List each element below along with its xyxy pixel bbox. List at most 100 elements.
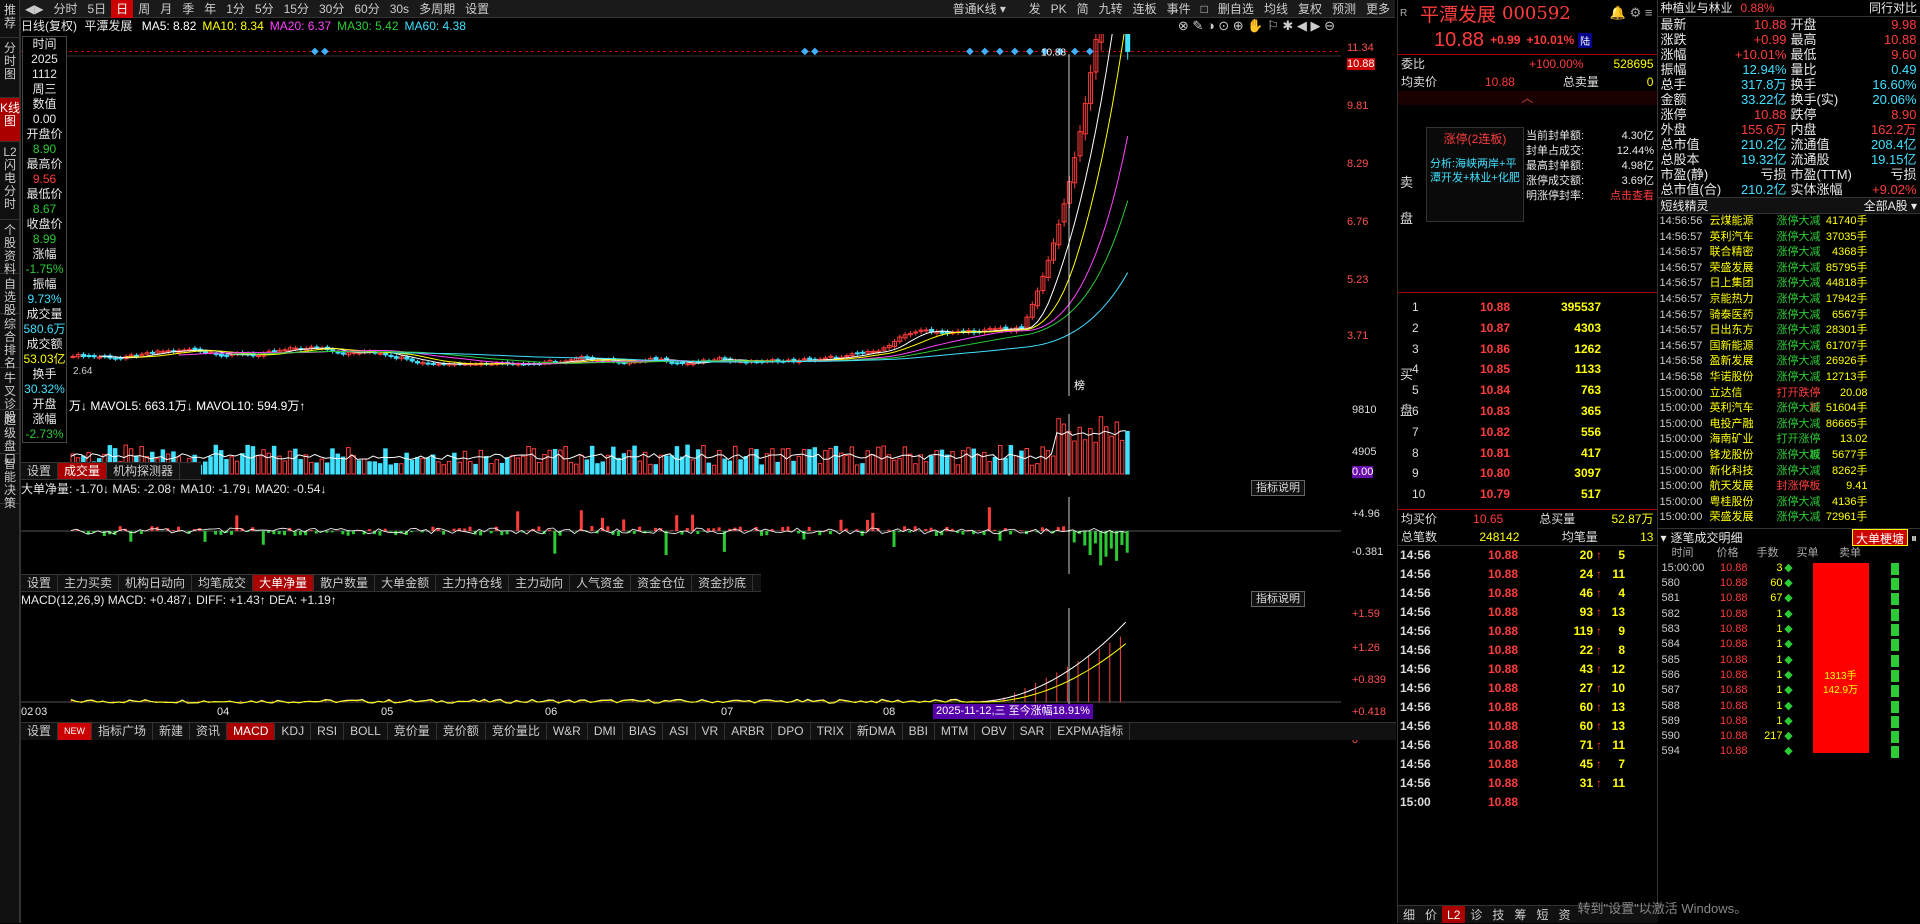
jingling-row[interactable]: 15:00:00海南矿业打开涨停板13.02 (1658, 432, 1920, 448)
quote-tab[interactable]: 短 (1531, 906, 1553, 923)
bid-level[interactable]: 110.88395537 (1398, 297, 1657, 318)
tab[interactable]: RSI (311, 723, 344, 740)
jingling-row[interactable]: 14:56:58盈新发展涨停大减26926手 (1658, 354, 1920, 370)
tab[interactable]: 资讯 (190, 723, 227, 740)
tab[interactable]: 大单金额 (375, 575, 436, 591)
bid-level[interactable]: 210.874303 (1398, 318, 1657, 339)
tab[interactable]: 人气资金 (570, 575, 631, 591)
quote-tab[interactable]: 价 (1420, 906, 1442, 923)
tab[interactable]: 主力持仓线 (436, 575, 509, 591)
tab[interactable]: KDJ (275, 723, 311, 740)
left-tab[interactable]: 推荐 (0, 0, 20, 38)
toolbar-button[interactable]: 更多 (1361, 0, 1395, 18)
period-tab[interactable]: 30s (385, 0, 414, 18)
tab[interactable]: TRIX (811, 723, 851, 740)
jingling-row[interactable]: 14:56:58华诺股份涨停大减12713手 (1658, 370, 1920, 386)
chart-tools[interactable]: ⊗ ✎ ◑ ⊙ ⊕ ✋ ⚐ ✱ ◀ ▶ ⊖ (1178, 18, 1335, 34)
jingling-row[interactable]: 15:00:00英利汽车涨停大减51604手 (1658, 401, 1920, 417)
toolbar-button[interactable]: 连板 (1128, 0, 1162, 18)
bid-level[interactable]: 410.851133 (1398, 359, 1657, 380)
toolbar-button[interactable]: 发 (1024, 0, 1046, 18)
jingling-row[interactable]: 14:56:57骑泰医药涨停大减6567手 (1658, 308, 1920, 324)
tab[interactable]: VR (696, 723, 726, 740)
tab[interactable]: MACD (227, 723, 275, 740)
sector-name[interactable]: 种植业与林业 (1661, 0, 1733, 16)
left-tab[interactable]: 自选股 (0, 274, 20, 314)
jingling-row[interactable]: 14:56:57京能热力涨停大减17942手 (1658, 292, 1920, 308)
toolbar-button[interactable]: 预测 (1327, 0, 1361, 18)
left-tab[interactable]: K线图 (0, 98, 20, 142)
left-tab[interactable]: 牛叉诊股 (0, 368, 20, 410)
left-tab[interactable]: 超级盘口 (0, 410, 20, 454)
bid-level[interactable]: 310.861262 (1398, 339, 1657, 360)
tab[interactable]: 设置 (21, 575, 58, 591)
pause-icon[interactable]: ⏸ (1911, 529, 1917, 546)
jingling-row[interactable]: 15:00:00新化科技涨停大减8262手 (1658, 464, 1920, 480)
tab[interactable]: 成交量 (58, 463, 107, 479)
period-tab[interactable]: 周 (133, 0, 155, 18)
bid-level[interactable]: 510.84763 (1398, 380, 1657, 401)
tab[interactable]: W&R (547, 723, 588, 740)
period-tab[interactable]: 季 (177, 0, 199, 18)
toolbar-button[interactable]: 九转 (1094, 0, 1128, 18)
tab[interactable]: 资金仓位 (631, 575, 692, 591)
tab[interactable]: BIAS (623, 723, 663, 740)
bid-level[interactable]: 810.81417 (1398, 443, 1657, 464)
tab[interactable]: 竞价量比 (486, 723, 547, 740)
tab[interactable]: 资金抄底 (692, 575, 753, 591)
quote-tab[interactable]: 资 (1553, 906, 1575, 923)
quote-tab[interactable]: 技 (1487, 906, 1509, 923)
period-tab[interactable]: 多周期 (414, 0, 460, 18)
tab[interactable]: 设置 (21, 723, 58, 740)
limit-info-value[interactable]: 点击查看 (1610, 189, 1654, 204)
jingling-row[interactable]: 14:56:57英利汽车涨停大减37035手 (1658, 230, 1920, 246)
toolbar-button[interactable]: 简 (1072, 0, 1094, 18)
period-tab[interactable]: 设置 (460, 0, 494, 18)
tab[interactable]: 均笔成交 (192, 575, 253, 591)
toolbar-button[interactable]: 均线 (1259, 0, 1293, 18)
tab[interactable]: BOLL (344, 723, 388, 740)
bignet-info-button[interactable]: 指标说明 (1251, 480, 1305, 496)
macd-info-button[interactable]: 指标说明 (1251, 591, 1305, 607)
jingling-row[interactable]: 14:56:57日出东方涨停大减28301手 (1658, 323, 1920, 339)
detail-dropdown-icon[interactable]: ▾ (1661, 529, 1667, 546)
toolbar-button[interactable]: 普通K线 ▾ (948, 0, 1024, 18)
kline-chart[interactable]: ◆◆◆◆◆◆◆◆◆◆◆◆◆10.882.64榜 (21, 34, 1396, 396)
tab[interactable]: 新DMA (851, 723, 903, 740)
jingling-row[interactable]: 15:00:00粤桂股份涨停大减4136手 (1658, 495, 1920, 511)
bid-level[interactable]: 710.82556 (1398, 422, 1657, 443)
tab[interactable]: 机构探测器 (107, 463, 180, 479)
jingling-row[interactable]: 14:56:57国新能源涨停大减61707手 (1658, 339, 1920, 355)
volume-chart[interactable] (21, 414, 1341, 476)
tab[interactable]: 大单净量 (253, 575, 314, 591)
limit-up-summary[interactable]: 涨停(2连板) 分析:海峡两岸+平潭开发+林业+化肥 (1426, 127, 1524, 222)
period-tab[interactable]: 5日 (82, 0, 111, 18)
toolbar-button[interactable]: PK (1046, 0, 1072, 18)
big-order-button[interactable]: 大单梗塘 (1852, 529, 1908, 546)
quote-tab[interactable]: 筹 (1509, 906, 1531, 923)
jingling-row[interactable]: 14:56:57日上集团涨停大减44818手 (1658, 276, 1920, 292)
period-tab[interactable]: 60分 (349, 0, 384, 18)
toolbar-button[interactable]: □ (1196, 0, 1213, 18)
tab[interactable]: 主力动向 (509, 575, 570, 591)
tab[interactable]: 指标广场 (92, 723, 153, 740)
tab[interactable]: ARBR (725, 723, 771, 740)
toolbar-button[interactable]: 删自选 (1213, 0, 1259, 18)
bell-icon[interactable]: 🔔 ⚙ ≡ (1610, 5, 1653, 21)
tab[interactable]: 散户数量 (314, 575, 375, 591)
tab[interactable]: NEW (58, 723, 92, 740)
jingling-row[interactable]: 15:00:00航天发展封涨停板9.41 (1658, 479, 1920, 495)
peer-compare-button[interactable]: 同行对比 (1869, 0, 1917, 16)
tab[interactable]: OBV (975, 723, 1013, 740)
period-tab[interactable]: 分时 (48, 0, 82, 18)
tab[interactable]: BBI (903, 723, 935, 740)
jingling-row[interactable]: 15:00:00锋龙股份涨停大减5677手 (1658, 448, 1920, 464)
tab[interactable]: 主力买卖 (58, 575, 119, 591)
toolbar-button[interactable]: 复权 (1293, 0, 1327, 18)
left-tab[interactable]: 分时图 (0, 38, 20, 98)
jingling-row[interactable]: 14:56:56云煤能源涨停大减41740手 (1658, 214, 1920, 230)
period-tab[interactable]: 30分 (314, 0, 349, 18)
left-tab[interactable]: 智能决策 (0, 454, 20, 504)
jingling-row[interactable]: 14:56:57联合精密涨停大减4368手 (1658, 245, 1920, 261)
jingling-row[interactable]: 15:00:00电投产融涨停大减86665手 (1658, 417, 1920, 433)
